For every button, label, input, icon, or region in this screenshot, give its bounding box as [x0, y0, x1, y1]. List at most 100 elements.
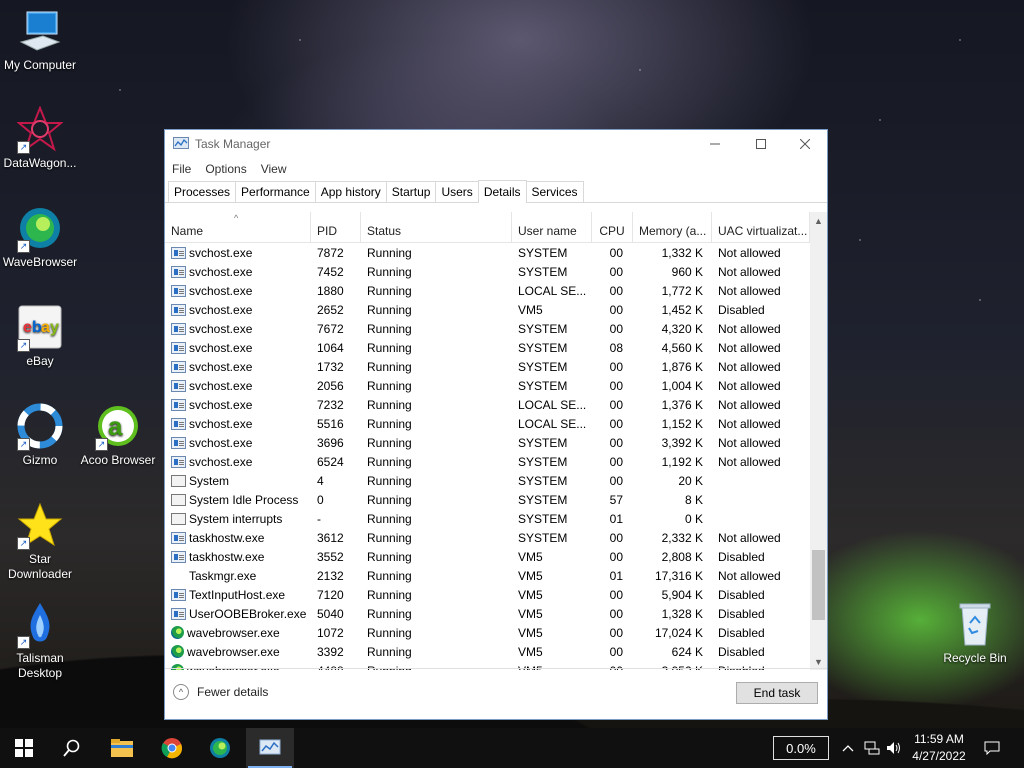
tab-app-history[interactable]: App history — [314, 181, 387, 202]
table-row[interactable]: taskhostw.exe 3552 Running VM5 00 2,808 K Disa… — [165, 547, 810, 566]
network-icon[interactable] — [862, 738, 882, 758]
service-process-icon — [171, 284, 186, 297]
minimize-button[interactable] — [692, 130, 738, 158]
tab-processes[interactable]: Processes — [168, 181, 237, 202]
table-row[interactable]: svchost.exe 2056 Running SYSTEM 00 1,004 K Not… — [165, 376, 810, 395]
desktop-icon-label: Gizmo — [22, 453, 58, 467]
column-header-status[interactable]: Status — [361, 212, 512, 242]
desktop-icon-label: Star Downloader — [7, 552, 73, 581]
process-memory: 20 K — [678, 473, 703, 488]
tab-services[interactable]: Services — [525, 181, 584, 202]
volume-icon[interactable] — [884, 738, 904, 758]
column-header-memory[interactable]: Memory (a... — [633, 212, 712, 242]
fewer-details-button[interactable]: ^ Fewer details — [173, 684, 268, 700]
table-row[interactable]: svchost.exe 3696 Running SYSTEM 00 3,392 K Not… — [165, 433, 810, 452]
table-row[interactable]: svchost.exe 5516 Running LOCAL SE... 00 1,152… — [165, 414, 810, 433]
svg-text:e: e — [23, 319, 32, 336]
taskbar-wavebrowser[interactable] — [196, 728, 244, 768]
column-header-uac-virtualization[interactable]: UAC virtualizat... — [712, 212, 810, 242]
tab-users[interactable]: Users — [435, 181, 479, 202]
table-row[interactable]: UserOOBEBroker.exe 5040 Running VM5 00 1,328 … — [165, 604, 810, 623]
table-row[interactable]: System interrupts - Running SYSTEM 01 0 K — [165, 509, 810, 528]
tab-startup[interactable]: Startup — [385, 181, 437, 202]
process-name: svchost.exe — [189, 378, 253, 393]
service-process-icon — [171, 246, 186, 259]
vertical-scrollbar[interactable]: ▲ ▼ — [810, 212, 827, 670]
tab-details[interactable]: Details — [477, 180, 527, 203]
table-row[interactable]: taskhostw.exe 3612 Running SYSTEM 00 2,332 K N… — [165, 528, 810, 547]
column-header-cpu[interactable]: CPU — [592, 212, 633, 242]
table-row[interactable]: svchost.exe 1732 Running SYSTEM 00 1,876 K Not… — [165, 357, 810, 376]
table-row[interactable]: wavebrowser.exe 3392 Running VM5 00 624 K Disa… — [165, 642, 810, 661]
title-bar[interactable]: Task Manager — [165, 130, 827, 158]
desktop-icon-star-downloader[interactable]: ↗ Star Downloader — [0, 502, 80, 582]
end-task-button[interactable]: End task — [736, 682, 818, 704]
service-process-icon — [171, 303, 186, 316]
table-row[interactable]: svchost.exe 2652 Running VM5 00 1,452 K Disabl… — [165, 300, 810, 319]
table-row[interactable]: svchost.exe 7232 Running LOCAL SE... 00 1,376… — [165, 395, 810, 414]
table-row[interactable]: wavebrowser.exe 1072 Running VM5 00 17,024 K D… — [165, 623, 810, 642]
process-name-cell: taskhostw.exe — [165, 547, 311, 566]
start-button[interactable] — [0, 728, 48, 768]
taskbar-task-manager[interactable] — [246, 728, 294, 768]
table-row[interactable]: svchost.exe 7452 Running SYSTEM 00 960 K Not a… — [165, 262, 810, 281]
table-row[interactable]: svchost.exe 6524 Running SYSTEM 00 1,192 K Not… — [165, 452, 810, 471]
process-user: SYSTEM — [518, 511, 568, 526]
table-row[interactable]: System Idle Process 0 Running SYSTEM 57 8 K — [165, 490, 810, 509]
taskbar-file-explorer[interactable] — [98, 728, 146, 768]
table-row[interactable]: TextInputHost.exe 7120 Running VM5 00 5,904 K… — [165, 585, 810, 604]
menu-options[interactable]: Options — [205, 162, 246, 176]
process-status: Running — [367, 264, 412, 279]
process-user: SYSTEM — [518, 321, 568, 336]
column-header-pid[interactable]: PID — [311, 212, 361, 242]
taskbar-clock[interactable]: 11:59 AM 4/27/2022 — [905, 731, 973, 765]
svg-text:a: a — [41, 319, 50, 336]
process-uac: Disabled — [718, 644, 765, 659]
notification-icon[interactable] — [982, 738, 1002, 758]
table-row[interactable]: svchost.exe 7672 Running SYSTEM 00 4,320 K Not… — [165, 319, 810, 338]
process-uac: Not allowed — [718, 264, 781, 279]
process-status: Running — [367, 492, 412, 507]
desktop-icon-gizmo[interactable]: ↗ Gizmo — [0, 403, 80, 468]
maximize-button[interactable] — [738, 130, 784, 158]
process-name: svchost.exe — [189, 359, 253, 374]
menu-file[interactable]: File — [172, 162, 191, 176]
desktop-icon-acoo-browser[interactable]: a ↗ Acoo Browser — [78, 403, 158, 468]
desktop-icon-label: Talisman Desktop — [16, 651, 64, 680]
scrollbar-thumb[interactable] — [812, 550, 825, 620]
service-process-icon — [171, 379, 186, 392]
table-row[interactable]: System 4 Running SYSTEM 00 20 K — [165, 471, 810, 490]
menu-view[interactable]: View — [261, 162, 287, 176]
desktop-icon-datawagon[interactable]: ↗ DataWagon... — [0, 105, 80, 171]
desktop-icon-label: WaveBrowser — [2, 255, 78, 269]
process-name-cell: svchost.exe — [165, 452, 311, 471]
close-button[interactable] — [782, 130, 828, 158]
table-row[interactable]: Taskmgr.exe 2132 Running VM5 01 17,316 K Not a… — [165, 566, 810, 585]
process-cpu: 00 — [609, 530, 623, 545]
desktop-icon-my-computer[interactable]: My Computer — [0, 8, 80, 73]
process-pid: 1880 — [317, 283, 344, 298]
desktop-icon-ebay[interactable]: e b a y ↗ eBay — [0, 304, 80, 369]
desktop-icon-talisman-desktop[interactable]: ↗ Talisman Desktop — [0, 601, 80, 681]
table-row[interactable]: svchost.exe 1880 Running LOCAL SE... 00 1,772… — [165, 281, 810, 300]
scroll-up-icon[interactable]: ▲ — [810, 212, 827, 229]
process-memory: 17,316 K — [654, 568, 703, 583]
table-row[interactable]: svchost.exe 7872 Running SYSTEM 00 1,332 K Not… — [165, 243, 810, 262]
column-header-user-name[interactable]: User name — [512, 212, 592, 242]
table-row[interactable]: svchost.exe 1064 Running SYSTEM 08 4,560 K Not… — [165, 338, 810, 357]
process-memory: 1,192 K — [661, 454, 703, 469]
tab-performance[interactable]: Performance — [235, 181, 316, 202]
process-pid: 3696 — [317, 435, 344, 450]
service-process-icon — [171, 436, 186, 449]
process-cpu: 00 — [609, 435, 623, 450]
desktop-icon-recycle-bin[interactable]: Recycle Bin — [935, 601, 1015, 666]
taskbar-chrome[interactable] — [148, 728, 196, 768]
desktop-icon-wavebrowser[interactable]: ↗ WaveBrowser — [0, 205, 80, 270]
taskbar: 0.0% 11:59 AM 4/27/2022 — [0, 728, 1024, 768]
process-pid: 2132 — [317, 568, 344, 583]
process-user: VM5 — [518, 568, 543, 583]
cpu-meter[interactable]: 0.0% — [773, 736, 829, 760]
chevron-up-icon[interactable] — [838, 738, 858, 758]
search-button[interactable] — [48, 728, 96, 768]
process-cpu: 00 — [609, 416, 623, 431]
